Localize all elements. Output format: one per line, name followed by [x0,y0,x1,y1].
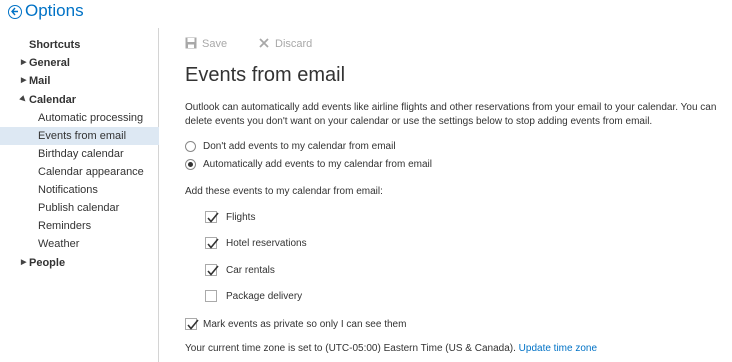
sidebar-item-events-from-email[interactable]: Events from email [0,127,159,145]
sidebar-item-calendar-appearance[interactable]: Calendar appearance [0,163,159,181]
radio-label: Automatically add events to my calendar … [203,159,432,170]
save-label: Save [202,38,228,50]
sidebar-item-label: Birthday calendar [38,148,124,160]
sidebar-item-automatic-processing[interactable]: Automatic processing [0,109,159,127]
sidebar: Shortcuts ▶ General ▶ Mail ▶ Calendar Au… [0,28,159,362]
checkbox-flights[interactable] [205,211,219,223]
sidebar-item-label: Notifications [38,184,98,196]
radio-button[interactable] [185,141,196,152]
sidebar-item-calendar[interactable]: ▶ Calendar [0,91,159,109]
radio-button[interactable] [185,159,196,170]
sidebar-item-label: Weather [38,238,80,250]
sidebar-item-mail[interactable]: ▶ Mail [0,72,159,90]
checkbox-label: Hotel reservations [226,238,307,249]
sidebar-item-label: Publish calendar [38,202,120,214]
radio-label: Don't add events to my calendar from ema… [203,141,396,152]
sidebar-item-label: Reminders [38,220,92,232]
checkbox-package-delivery[interactable] [205,290,217,302]
checkbox-label: Flights [226,212,256,223]
sidebar-item-label: Mail [29,75,51,87]
checkbox-label: Car rentals [226,265,275,276]
checkmark-icon [207,265,219,276]
caret-right-icon: ▶ [21,59,27,66]
top-bar: Options [0,0,732,24]
timezone-info: Your current time zone is set to (UTC-05… [185,343,597,354]
sidebar-item-weather[interactable]: Weather [0,235,159,253]
timezone-text: Your current time zone is set to (UTC-05… [185,343,516,354]
checkbox-hotel-reservations[interactable] [205,237,219,249]
checkbox-mark-private[interactable] [185,318,199,330]
sidebar-item-label: Shortcuts [29,39,81,51]
sidebar-item-notifications[interactable]: Notifications [0,181,159,199]
sidebar-item-label: Calendar [29,94,77,106]
sidebar-item-reminders[interactable]: Reminders [0,217,159,235]
save-button[interactable]: Save [185,36,227,52]
sidebar-item-publish-calendar[interactable]: Publish calendar [0,199,159,217]
checkbox-label: Package delivery [226,291,303,302]
caret-right-icon: ▶ [21,259,27,266]
close-icon [259,38,269,48]
sidebar-item-label: General [29,57,70,69]
discard-button[interactable]: Discard [258,36,312,52]
sidebar-item-label: People [29,257,66,269]
back-arrow-icon[interactable] [8,5,22,19]
caret-right-icon: ▶ [21,77,27,84]
description-text: Outlook can automatically add events lik… [185,102,717,127]
sidebar-item-general[interactable]: ▶ General [0,54,159,72]
checkbox-car-rentals[interactable] [205,264,219,276]
sidebar-item-label: Calendar appearance [38,166,144,178]
discard-label: Discard [275,38,313,50]
save-icon [185,37,197,49]
events-section-label: Add these events to my calendar from ema… [185,186,383,197]
app-title: Options [25,1,84,20]
sidebar-item-shortcuts[interactable]: Shortcuts [0,36,159,54]
checkmark-icon [207,238,219,249]
sidebar-item-label: Automatic processing [38,112,144,124]
page-title: Events from email [185,64,346,86]
update-time-zone-link[interactable]: Update time zone [519,343,597,354]
sidebar-item-people[interactable]: ▶ People [0,254,159,272]
checkmark-icon [207,212,219,223]
checkbox-label: Mark events as private so only I can see… [203,319,407,330]
sidebar-item-birthday-calendar[interactable]: Birthday calendar [0,145,159,163]
checkmark-icon [187,319,199,330]
sidebar-item-label: Events from email [38,130,127,142]
